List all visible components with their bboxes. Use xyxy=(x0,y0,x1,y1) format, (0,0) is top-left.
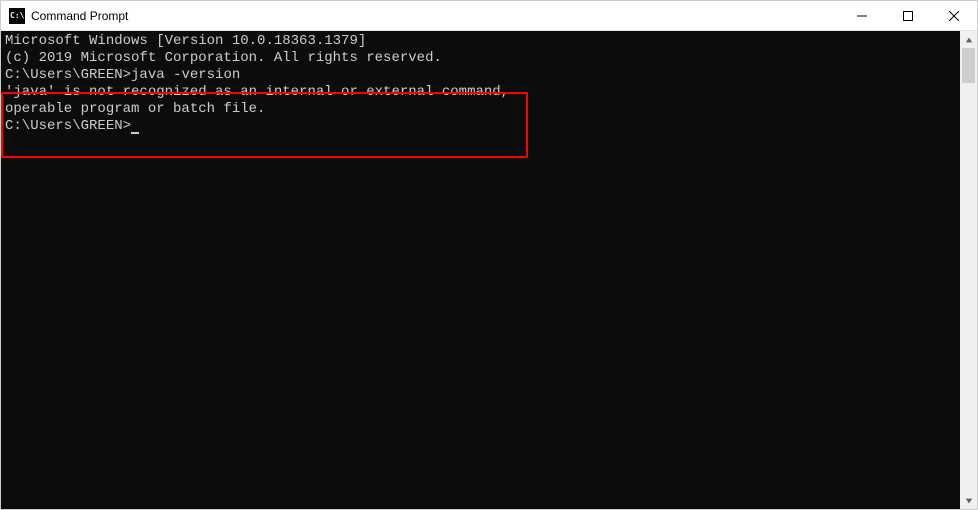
terminal-line: operable program or batch file. xyxy=(5,101,960,118)
command-prompt-window: C:\ Command Prompt Microsoft Windows [Ve… xyxy=(0,0,978,510)
prompt-path: C:\Users\GREEN> xyxy=(5,118,131,134)
terminal-output[interactable]: Microsoft Windows [Version 10.0.18363.13… xyxy=(1,31,960,509)
content-area: Microsoft Windows [Version 10.0.18363.13… xyxy=(1,31,977,509)
prompt-path: C:\Users\GREEN> xyxy=(5,67,131,83)
window-controls xyxy=(839,1,977,30)
cursor xyxy=(131,118,139,134)
scroll-track[interactable] xyxy=(960,48,977,492)
window-title: Command Prompt xyxy=(31,9,839,23)
terminal-line: Microsoft Windows [Version 10.0.18363.13… xyxy=(5,33,960,50)
maximize-button[interactable] xyxy=(885,1,931,30)
terminal-line: (c) 2019 Microsoft Corporation. All righ… xyxy=(5,50,960,67)
vertical-scrollbar[interactable] xyxy=(960,31,977,509)
cmd-icon-text: C:\ xyxy=(10,11,24,20)
close-button[interactable] xyxy=(931,1,977,30)
scroll-down-button[interactable] xyxy=(960,492,977,509)
scroll-thumb[interactable] xyxy=(962,48,975,83)
scroll-up-button[interactable] xyxy=(960,31,977,48)
terminal-line: 'java' is not recognized as an internal … xyxy=(5,84,960,101)
terminal-line: C:\Users\GREEN>java -version xyxy=(5,67,960,84)
minimize-button[interactable] xyxy=(839,1,885,30)
titlebar[interactable]: C:\ Command Prompt xyxy=(1,1,977,31)
prompt-command: java -version xyxy=(131,67,240,83)
terminal-line: C:\Users\GREEN> xyxy=(5,118,960,135)
cmd-icon: C:\ xyxy=(9,8,25,24)
